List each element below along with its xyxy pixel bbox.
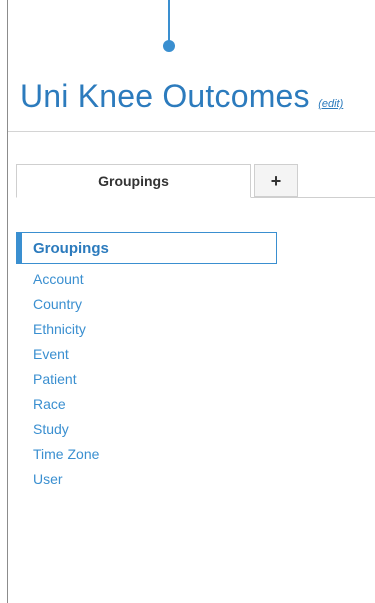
add-tab-button[interactable]: + [254, 164, 298, 197]
callout-pointer-dot [163, 40, 175, 52]
plus-icon: + [270, 170, 282, 191]
grouping-item-race[interactable]: Race [33, 395, 99, 420]
edit-title-link[interactable]: (edit) [318, 98, 343, 110]
grouping-item-patient[interactable]: Patient [33, 370, 99, 395]
groupings-list: Account Country Ethnicity Event Patient … [33, 270, 99, 495]
grouping-item-country[interactable]: Country [33, 295, 99, 320]
panel-left-border [7, 0, 8, 603]
grouping-item-event[interactable]: Event [33, 345, 99, 370]
page-title: Uni Knee Outcomes [20, 78, 310, 114]
grouping-item-user[interactable]: User [33, 470, 99, 495]
groupings-heading: Groupings [16, 232, 277, 264]
report-builder-panel: Uni Knee Outcomes (edit) Groupings + Gro… [0, 0, 375, 603]
title-row: Uni Knee Outcomes (edit) [20, 78, 343, 115]
grouping-item-time-zone[interactable]: Time Zone [33, 445, 99, 470]
grouping-item-ethnicity[interactable]: Ethnicity [33, 320, 99, 345]
grouping-item-study[interactable]: Study [33, 420, 99, 445]
grouping-item-account[interactable]: Account [33, 270, 99, 295]
callout-pointer-line [168, 0, 170, 44]
header-divider [8, 131, 375, 132]
tab-groupings[interactable]: Groupings [16, 164, 251, 198]
